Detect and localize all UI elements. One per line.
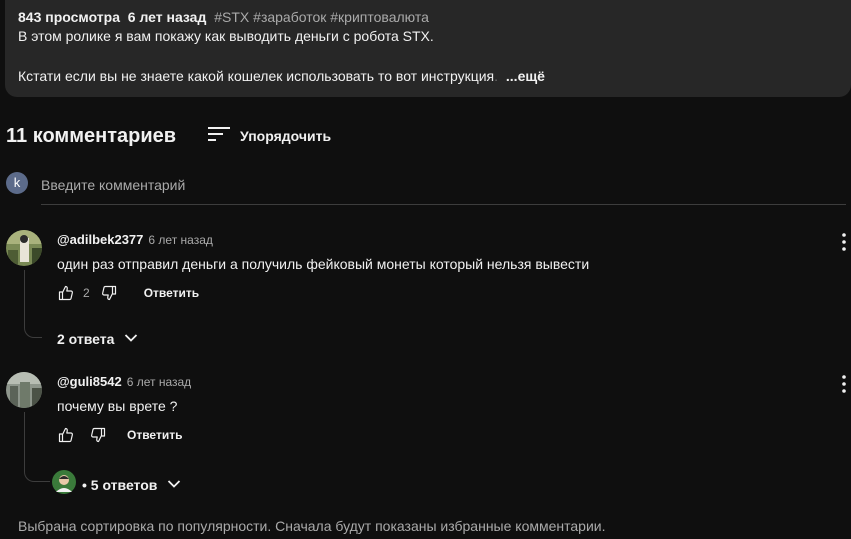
avatar[interactable] [6, 372, 42, 408]
thumbs-down-icon [91, 427, 106, 443]
show-more-button[interactable]: ...ещё [506, 68, 545, 84]
hashtags[interactable]: #STX #заработок #криптовалюта [214, 9, 429, 25]
reply-button[interactable]: Ответить [144, 286, 199, 300]
comment-header: @guli8542 6 лет назад [57, 374, 191, 389]
replies-label: • 5 ответов [82, 476, 158, 493]
description-line-2: Кстати если вы не знаете какой кошелек и… [18, 66, 838, 86]
sort-button[interactable]: Упорядочить [208, 126, 331, 147]
reply-author-avatar [52, 470, 76, 499]
like-button[interactable] [57, 284, 75, 302]
dislike-button[interactable] [89, 426, 107, 444]
add-comment-row: k Введите комментарий [6, 172, 846, 205]
video-description[interactable]: 843 просмотра 6 лет назад #STX #заработо… [5, 0, 851, 97]
comment-input[interactable]: Введите комментарий [41, 172, 846, 205]
show-replies-button[interactable]: 2 ответа [57, 330, 138, 348]
comment-actions: 2 Ответить [57, 284, 199, 302]
comments-count: 11 комментариев [6, 125, 177, 147]
comment-text: почему вы врете ? [57, 398, 178, 414]
thread-connector [24, 270, 42, 338]
chevron-down-icon [167, 476, 181, 494]
comment-text: один раз отправил деньги а получиль фейк… [57, 256, 590, 272]
comment-thread: @adilbek2377 6 лет назад один раз отправ… [6, 230, 846, 350]
comment-time[interactable]: 6 лет назад [148, 233, 212, 247]
like-button[interactable] [57, 426, 75, 444]
replies-label: 2 ответа [57, 331, 115, 347]
comment-actions: Ответить [57, 426, 182, 444]
comment-author[interactable]: @guli8542 [57, 374, 122, 389]
sort-info-note: Выбрана сортировка по популярности. Снач… [18, 518, 606, 534]
sort-label: Упорядочить [240, 128, 332, 144]
chevron-down-icon [124, 330, 138, 348]
more-options-icon[interactable] [840, 374, 848, 394]
comment-header: @adilbek2377 6 лет назад [57, 232, 213, 247]
thumbs-up-icon [58, 285, 73, 301]
description-line-2-text: Кстати если вы не знаете какой кошелек и… [18, 68, 495, 84]
sort-icon [208, 126, 231, 147]
show-replies-button[interactable]: • 5 ответов [52, 470, 181, 499]
comment-thread: @guli8542 6 лет назад почему вы врете ? … [6, 372, 848, 494]
description-meta: 843 просмотра 6 лет назад #STX #заработо… [18, 8, 838, 26]
more-options-icon[interactable] [840, 232, 848, 252]
thumbs-down-icon [101, 285, 116, 301]
dislike-button[interactable] [100, 284, 118, 302]
comment-time[interactable]: 6 лет назад [127, 375, 191, 389]
thread-connector [24, 412, 50, 482]
description-fade: . [494, 68, 499, 84]
comments-header: 11 комментариев Упорядочить [6, 122, 331, 150]
upload-age: 6 лет назад [127, 9, 207, 25]
description-line-1: В этом ролике я вам покажу как выводить … [18, 28, 434, 44]
view-count: 843 просмотра [18, 9, 120, 25]
comment-author[interactable]: @adilbek2377 [57, 232, 143, 247]
like-count: 2 [83, 286, 90, 300]
avatar[interactable] [6, 230, 42, 266]
thumbs-up-icon [58, 427, 73, 443]
reply-button[interactable]: Ответить [127, 428, 182, 442]
user-avatar: k [6, 172, 28, 194]
